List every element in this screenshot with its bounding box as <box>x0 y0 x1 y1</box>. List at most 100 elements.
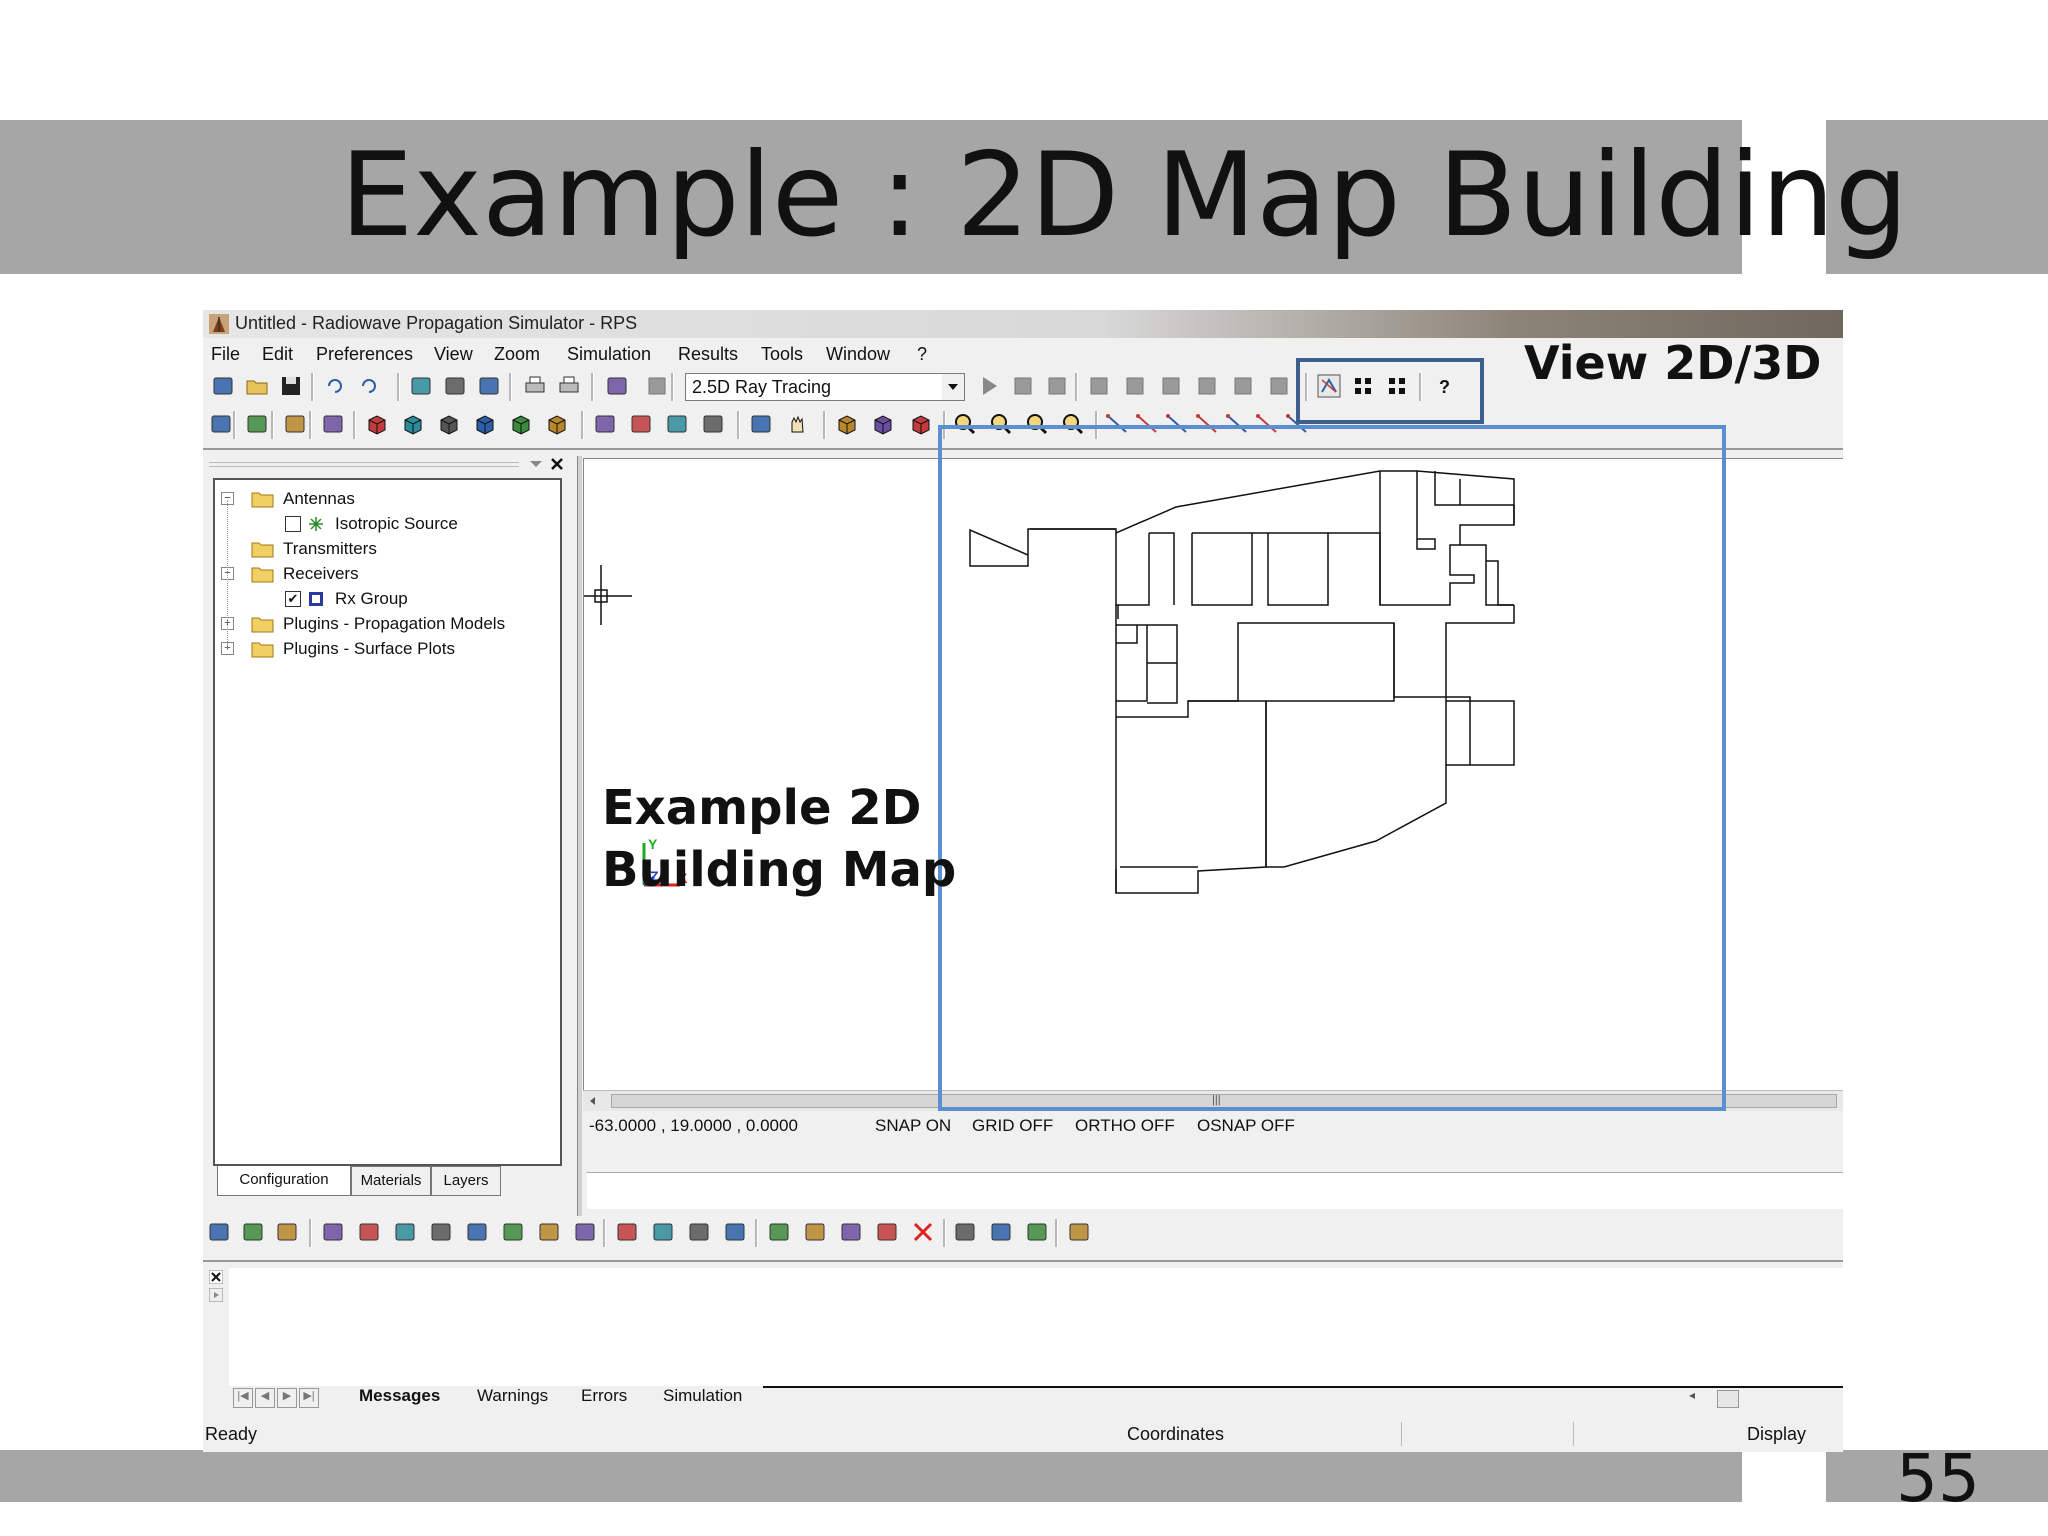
print-preview-icon[interactable] <box>555 372 583 400</box>
tab-simulation[interactable]: Simulation <box>663 1386 742 1406</box>
next-tab-icon[interactable]: ▶ <box>277 1388 297 1408</box>
tool-n-icon[interactable] <box>721 1218 749 1246</box>
tab-warnings[interactable]: Warnings <box>477 1386 548 1406</box>
tool-l-icon[interactable] <box>649 1218 677 1246</box>
transform-icon[interactable] <box>319 410 347 438</box>
stop-icon[interactable] <box>643 372 671 400</box>
result-5-icon[interactable] <box>1229 372 1257 400</box>
import-dwg-icon[interactable] <box>613 1218 641 1246</box>
tool-j-icon[interactable] <box>535 1218 563 1246</box>
result-1-icon[interactable] <box>1085 372 1113 400</box>
tool-k-icon[interactable] <box>571 1218 599 1246</box>
tool-i-icon[interactable] <box>499 1218 527 1246</box>
copy-icon[interactable] <box>441 372 469 400</box>
pan-hand-icon[interactable] <box>783 410 811 438</box>
tool-g-icon[interactable] <box>427 1218 455 1246</box>
tool-e-icon[interactable] <box>355 1218 383 1246</box>
transmitter-tool-icon[interactable] <box>243 410 271 438</box>
paste-icon[interactable] <box>475 372 503 400</box>
checkbox[interactable]: ✔ <box>285 591 301 607</box>
tool-c-icon[interactable] <box>273 1218 301 1246</box>
cube-4-icon[interactable] <box>471 410 499 438</box>
result-6-icon[interactable] <box>1265 372 1293 400</box>
simulation-mode-select[interactable]: 2.5D Ray Tracing <box>685 373 965 401</box>
tool-s-icon[interactable] <box>951 1218 979 1246</box>
tool-m-icon[interactable] <box>685 1218 713 1246</box>
tab-errors[interactable]: Errors <box>581 1386 627 1406</box>
tool-o-icon[interactable] <box>765 1218 793 1246</box>
new-file-icon[interactable] <box>209 372 237 400</box>
command-line-input[interactable] <box>587 1172 1843 1209</box>
grid-toggle[interactable]: GRID OFF <box>972 1116 1053 1136</box>
stop-sim-icon[interactable] <box>1009 372 1037 400</box>
menu-edit[interactable]: Edit <box>262 344 293 365</box>
ortho-toggle[interactable]: ORTHO OFF <box>1075 1116 1175 1136</box>
tool-a-icon[interactable] <box>205 1218 233 1246</box>
menu-file[interactable]: File <box>211 344 240 365</box>
result-3-icon[interactable] <box>1157 372 1185 400</box>
scroll-left-icon[interactable] <box>587 1095 599 1107</box>
tool-f-icon[interactable] <box>391 1218 419 1246</box>
menu-tools[interactable]: Tools <box>761 344 803 365</box>
shape-4-icon[interactable] <box>699 410 727 438</box>
result-2-icon[interactable] <box>1121 372 1149 400</box>
last-tab-icon[interactable]: ▶| <box>299 1388 319 1408</box>
receiver-tool-icon[interactable] <box>281 410 309 438</box>
tab-materials[interactable]: Materials <box>351 1166 431 1196</box>
open-folder-icon[interactable] <box>243 372 271 400</box>
tab-configuration[interactable]: Configuration <box>217 1166 351 1196</box>
run-icon[interactable] <box>975 372 1003 400</box>
close-icon[interactable] <box>209 1270 223 1284</box>
tool-v-icon[interactable] <box>1065 1218 1093 1246</box>
scroll-left-icon[interactable]: ◂ <box>1689 1388 1695 1402</box>
save-icon[interactable] <box>277 372 305 400</box>
cube-1-icon[interactable] <box>363 410 391 438</box>
snap-toggle[interactable]: SNAP ON <box>875 1116 951 1136</box>
pause-sim-icon[interactable] <box>1043 372 1071 400</box>
tool-d-icon[interactable] <box>319 1218 347 1246</box>
cube-3-icon[interactable] <box>435 410 463 438</box>
tab-layers[interactable]: Layers <box>431 1166 501 1196</box>
wire-box-icon[interactable] <box>869 410 897 438</box>
tool-t-icon[interactable] <box>987 1218 1015 1246</box>
message-hscroll[interactable]: ◂ <box>1687 1388 1843 1408</box>
tool-b-icon[interactable] <box>239 1218 267 1246</box>
solid-box-icon[interactable] <box>833 410 861 438</box>
cube-6-icon[interactable] <box>543 410 571 438</box>
tool-h-icon[interactable] <box>463 1218 491 1246</box>
shape-2-icon[interactable] <box>627 410 655 438</box>
result-4-icon[interactable] <box>1193 372 1221 400</box>
menu-view[interactable]: View <box>434 344 473 365</box>
delete-icon[interactable] <box>909 1218 937 1246</box>
orbit-icon[interactable] <box>747 410 775 438</box>
menu-simulation[interactable]: Simulation <box>567 344 651 365</box>
panel-pin-icon[interactable] <box>209 1288 223 1302</box>
wizard-icon[interactable] <box>603 372 631 400</box>
checkbox[interactable] <box>285 516 301 532</box>
menu-preferences[interactable]: Preferences <box>316 344 413 365</box>
panel-splitter[interactable] <box>577 456 582 1216</box>
undo-icon[interactable] <box>321 372 349 400</box>
menu-results[interactable]: Results <box>678 344 738 365</box>
menu-window[interactable]: Window <box>826 344 890 365</box>
cube-2-icon[interactable] <box>399 410 427 438</box>
tool-r-icon[interactable] <box>873 1218 901 1246</box>
tool-u-icon[interactable] <box>1023 1218 1051 1246</box>
tool-q-icon[interactable] <box>837 1218 865 1246</box>
panel-pin-icon[interactable] <box>527 456 545 470</box>
tab-messages[interactable]: Messages <box>359 1386 440 1406</box>
menu-zoom[interactable]: Zoom <box>494 344 540 365</box>
redo-icon[interactable] <box>355 372 383 400</box>
frame-box-icon[interactable] <box>907 410 935 438</box>
print-icon[interactable] <box>521 372 549 400</box>
osnap-toggle[interactable]: OSNAP OFF <box>1197 1116 1295 1136</box>
pencil-icon[interactable] <box>207 410 235 438</box>
menu-help[interactable]: ? <box>917 344 927 365</box>
tool-p-icon[interactable] <box>801 1218 829 1246</box>
first-tab-icon[interactable]: |◀ <box>233 1388 253 1408</box>
cut-icon[interactable] <box>407 372 435 400</box>
shape-3-icon[interactable] <box>663 410 691 438</box>
prev-tab-icon[interactable]: ◀ <box>255 1388 275 1408</box>
shape-1-icon[interactable] <box>591 410 619 438</box>
cube-5-icon[interactable] <box>507 410 535 438</box>
